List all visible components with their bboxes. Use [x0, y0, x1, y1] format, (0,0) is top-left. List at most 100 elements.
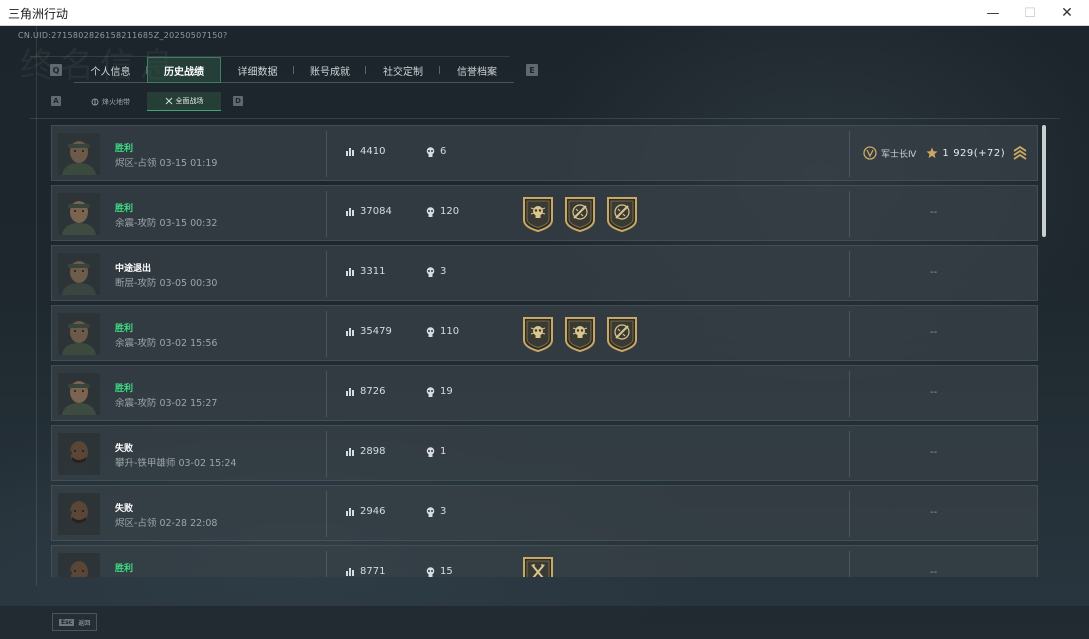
back-button[interactable]: Esc 返回 [52, 613, 98, 631]
tab-social-custom[interactable]: 社交定制 [366, 57, 440, 83]
prev-tab-key[interactable]: Q [50, 64, 62, 76]
match-map-time: 烬区-占领 03-15 01:19 [115, 158, 218, 169]
match-row[interactable]: 胜利 余震-攻防 03-02 15:27 8726 19 -- [51, 365, 1038, 421]
match-row[interactable]: 胜利烬区-占领 03-15 01:19 4410 6 军士长Ⅳ 1 929(+72) [51, 125, 1038, 181]
medal-group [522, 196, 638, 232]
row-divider [326, 191, 327, 237]
rank-name: 军士长Ⅳ [881, 149, 917, 160]
tab-match-history[interactable]: 历史战绩 [147, 57, 221, 83]
score-stat: 8726 [346, 386, 385, 397]
match-map-time: 烬区-攻防 02-28 22:56 [115, 575, 217, 577]
skull-medal-3-1[interactable] [564, 316, 596, 352]
row-divider [326, 311, 327, 357]
row-divider [326, 251, 327, 297]
match-row[interactable]: 中途退出 断层-攻防 03-05 00:30 3311 3 -- [51, 245, 1038, 301]
rank-badge-icon [863, 146, 877, 160]
maximize-button[interactable]: ☐ [1011, 0, 1049, 26]
match-row[interactable]: 胜利 余震-攻防 03-02 15:56 35479 110 -- [51, 305, 1038, 361]
axe-medal-7-0[interactable] [522, 556, 554, 577]
operator-avatar [58, 193, 100, 235]
kills-value: 6 [440, 146, 447, 157]
tab-detailed-data[interactable]: 详细数据 [221, 57, 294, 83]
rifle-medal-1-2[interactable] [606, 196, 638, 232]
score-stat: 2946 [346, 506, 385, 517]
kills-stat: 19 [426, 386, 453, 397]
match-history-list[interactable]: 胜利 烬区-占领 03-15 01:19 4410 6 军士长Ⅳ 1 929(+72) 胜利余… [51, 125, 1038, 577]
kills-stat: 110 [426, 326, 459, 337]
match-map-time: 余震-攻防 03-02 15:27 [115, 398, 218, 409]
rank-points: 929(+72) [953, 147, 1006, 159]
bar-chart-icon [346, 388, 354, 396]
rifle-medal-3-2[interactable] [606, 316, 638, 352]
operator-avatar [58, 133, 100, 175]
bar-chart-icon [346, 448, 354, 456]
subtab-warfare[interactable]: 全面战场 [147, 92, 221, 111]
match-result: 胜利 [115, 324, 134, 334]
score-value: 2946 [360, 506, 386, 517]
rifle-medal-1-1[interactable] [564, 196, 596, 232]
skull-medal-1-0[interactable] [522, 196, 554, 232]
kills-value: 15 [440, 566, 453, 577]
operator-avatar [58, 373, 100, 415]
score-stat: 8771 [346, 566, 385, 577]
prev-subtab-key[interactable]: A [51, 96, 61, 106]
row-divider [326, 431, 327, 477]
bar-chart-icon [346, 568, 354, 576]
score-value: 35479 [360, 326, 392, 337]
frame-line [36, 26, 37, 586]
row-divider [326, 131, 327, 177]
row-divider [849, 311, 850, 357]
kills-stat: 3 [426, 266, 446, 277]
tab-personal-info[interactable]: 个人信息 [74, 57, 147, 83]
skull-medal-3-0[interactable] [522, 316, 554, 352]
kills-value: 3 [440, 506, 447, 517]
rank-info: 军士长Ⅳ 1 929(+72) [863, 145, 1027, 161]
operator-avatar [58, 313, 100, 355]
match-row[interactable]: 胜利 余震-攻防 03-15 00:32 37084 120 -- [51, 185, 1038, 241]
hazard-icon [91, 98, 99, 105]
score-stat: 2898 [346, 446, 385, 457]
tab-achievements[interactable]: 账号成就 [294, 57, 366, 83]
row-divider [326, 371, 327, 417]
skull-icon [426, 146, 435, 157]
skull-icon [426, 206, 435, 217]
window-titlebar: 三角洲行动 — ☐ ✕ [0, 0, 1089, 26]
match-map-time: 烬区-占领 02-28 22:08 [115, 518, 218, 529]
list-scrollbar[interactable] [1042, 125, 1046, 237]
skull-icon [426, 266, 435, 277]
match-result: 胜利 [115, 144, 134, 154]
match-result: 胜利 [115, 564, 134, 574]
skull-icon [426, 566, 435, 577]
medal-group [522, 316, 638, 352]
score-stat: 37084 [346, 206, 392, 217]
minimize-button[interactable]: — [974, 0, 1012, 26]
close-button[interactable]: ✕ [1048, 0, 1086, 26]
match-row[interactable]: 失败 烬区-占领 02-28 22:08 2946 3 -- [51, 485, 1038, 541]
score-value: 4410 [360, 146, 386, 157]
rank-stars: 1 [942, 147, 950, 159]
match-map-time: 余震-攻防 03-15 00:32 [115, 218, 218, 229]
next-subtab-key[interactable]: D [233, 96, 243, 106]
kills-value: 120 [440, 206, 460, 217]
match-map-time: 攀升-铁甲雄师 03-02 15:24 [115, 458, 237, 469]
match-result: 胜利 [115, 384, 134, 394]
subtab-hazard-ops-label: 烽火地带 [102, 97, 130, 106]
player-uid: CN.UID:2715802826158211685Z_20250507150? [18, 31, 228, 40]
operator-avatar [58, 253, 100, 295]
next-tab-key[interactable]: E [526, 64, 538, 76]
kills-stat: 3 [426, 506, 446, 517]
kills-value: 110 [440, 326, 460, 337]
game-view: 终名信息 CN.UID:2715802826158211685Z_2025050… [0, 26, 1089, 639]
match-row[interactable]: 胜利烬区-攻防 02-28 22:56 8771 15 -- [51, 545, 1038, 577]
skull-icon [426, 506, 435, 517]
bar-chart-icon [346, 268, 354, 276]
row-divider [326, 491, 327, 537]
rank-change-placeholder: -- [930, 267, 938, 278]
subtab-warfare-label: 全面战场 [175, 97, 204, 105]
score-stat: 3311 [346, 266, 385, 277]
rank-change-placeholder: -- [930, 507, 938, 518]
match-row[interactable]: 失败 攀升-铁甲雄师 03-02 15:24 2898 1 -- [51, 425, 1038, 481]
row-divider [849, 491, 850, 537]
subtab-hazard-ops[interactable]: 烽火地带 [74, 92, 147, 111]
tab-reputation[interactable]: 信誉档案 [440, 57, 514, 83]
